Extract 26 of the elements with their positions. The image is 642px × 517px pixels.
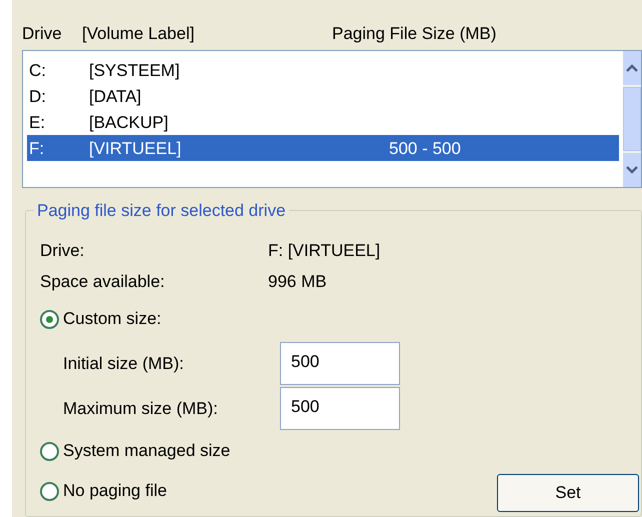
option-label[interactable]: No paging file: [63, 478, 167, 504]
scrollbar[interactable]: [623, 51, 641, 187]
scroll-thumb[interactable]: [623, 87, 641, 151]
column-header: Paging File Size (MB): [332, 23, 496, 46]
drive-row[interactable]: F: [VIRTUEEL] 500 - 500: [27, 135, 619, 161]
input-field[interactable]: 500: [280, 342, 400, 385]
info-value: 996 MB: [268, 270, 327, 293]
field-label: Maximum size (MB):: [63, 398, 219, 420]
radio-button[interactable]: [40, 310, 59, 328]
info-label: Drive:: [40, 240, 86, 262]
scroll-up-icon[interactable]: [623, 51, 641, 85]
option-label[interactable]: System managed size: [63, 438, 230, 464]
info-value: F: [VIRTUEEL]: [268, 240, 380, 262]
drive-row[interactable]: D: [DATA]: [27, 83, 619, 109]
input-field[interactable]: 500: [280, 387, 400, 430]
column-header: [Volume Label]: [82, 23, 196, 46]
scroll-down-icon[interactable]: [623, 153, 641, 187]
info-label: Space available:: [40, 270, 166, 293]
radio-button[interactable]: [40, 442, 59, 460]
radio-button[interactable]: [40, 482, 59, 500]
field-label: Initial size (MB):: [63, 352, 185, 375]
option-label[interactable]: Custom size:: [63, 306, 162, 332]
drive-row[interactable]: C: [SYSTEEM]: [27, 57, 619, 83]
drive-row[interactable]: E: [BACKUP]: [27, 109, 619, 135]
set-button[interactable]: Set: [497, 474, 639, 512]
column-header: Drive: [22, 23, 63, 46]
